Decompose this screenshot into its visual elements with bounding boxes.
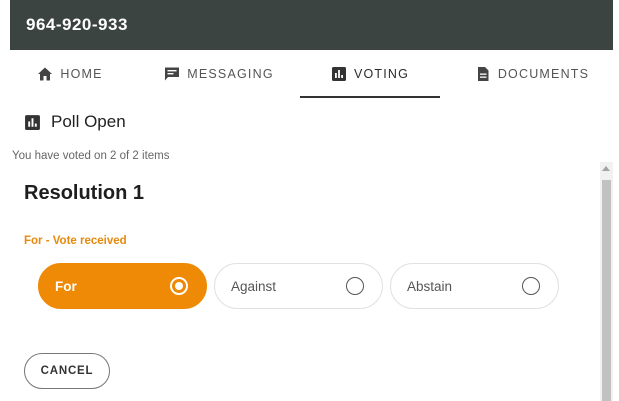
scrollbar-thumb[interactable]: [602, 180, 611, 401]
vote-count-text: You have voted on 2 of 2 items: [12, 150, 170, 162]
scroll-up-arrow-icon[interactable]: [602, 166, 610, 171]
tab-home-label: HOME: [60, 67, 103, 81]
option-for-button[interactable]: For: [38, 263, 207, 309]
tab-voting-label: VOTING: [353, 67, 410, 81]
resolution-panel: Resolution 1 For - Vote received For Aga…: [10, 162, 600, 401]
option-for-label: For: [55, 278, 77, 294]
tab-documents[interactable]: DOCUMENTS: [462, 50, 602, 98]
chat-icon: [165, 67, 180, 81]
tab-documents-label: DOCUMENTS: [497, 67, 590, 81]
tab-home[interactable]: HOME: [30, 50, 110, 98]
tab-messaging-label: MESSAGING: [187, 67, 274, 81]
resolution-title: Resolution 1: [24, 182, 145, 204]
app-header: 964-920-933: [10, 0, 613, 50]
chart-icon: [331, 67, 346, 81]
option-abstain-button[interactable]: Abstain: [390, 263, 559, 309]
radio-unselected-icon: [522, 277, 540, 295]
poll-title: Poll Open: [51, 112, 126, 131]
cancel-button[interactable]: CANCEL: [24, 353, 110, 389]
option-against-label: Against: [231, 278, 277, 294]
home-icon: [38, 67, 53, 81]
radio-unselected-icon: [346, 277, 364, 295]
app-frame: 964-920-933 HOME MESSAGING VOTING DOCUME…: [10, 0, 613, 401]
scrollbar[interactable]: [600, 162, 613, 401]
vote-status: For - Vote received: [24, 235, 127, 247]
radio-selected-icon: [170, 277, 188, 295]
vote-options: For Against Abstain: [38, 263, 559, 309]
chart-icon: [25, 114, 40, 130]
tab-voting[interactable]: VOTING: [300, 50, 440, 98]
option-abstain-label: Abstain: [407, 278, 453, 294]
tab-messaging[interactable]: MESSAGING: [156, 50, 282, 98]
option-against-button[interactable]: Against: [214, 263, 383, 309]
meeting-id-title: 964-920-933: [26, 15, 128, 34]
poll-header: Poll Open: [24, 112, 126, 132]
tab-bar: HOME MESSAGING VOTING DOCUMENTS: [10, 50, 613, 98]
document-icon: [477, 67, 489, 81]
